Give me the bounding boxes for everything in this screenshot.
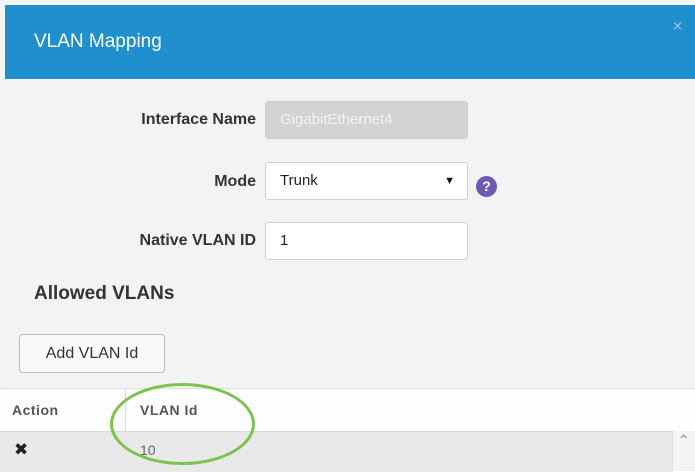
delete-icon[interactable]: ✖ [14, 440, 28, 460]
allowed-vlans-table: Action VLAN Id ✖ 10 ^ [0, 388, 695, 472]
column-divider [125, 389, 126, 431]
interface-name-label: Interface Name [141, 111, 256, 128]
vlan-mapping-dialog: VLAN Mapping × Interface Name GigabitEth… [0, 0, 695, 472]
vlan-id-cell: 10 [140, 442, 156, 458]
scroll-up-icon[interactable]: ^ [679, 433, 688, 446]
column-header-vlan-id[interactable]: VLAN Id [140, 389, 198, 431]
table-row[interactable]: ✖ 10 [0, 431, 672, 472]
help-icon[interactable]: ? [476, 176, 497, 197]
native-vlan-input[interactable]: 1 [265, 222, 468, 260]
mode-select[interactable]: Trunk ▼ [265, 162, 468, 200]
mode-select-value: Trunk [280, 172, 318, 189]
add-vlan-id-button[interactable]: Add VLAN Id [19, 334, 165, 373]
native-vlan-label: Native VLAN ID [139, 232, 256, 249]
allowed-vlans-heading: Allowed VLANs [34, 283, 175, 304]
interface-name-field: GigabitEthernet4 [265, 101, 468, 139]
chevron-down-icon: ▼ [444, 175, 455, 187]
close-icon[interactable]: × [672, 19, 683, 34]
dialog-title: VLAN Mapping [34, 31, 162, 52]
table-scrollbar[interactable]: ^ [672, 431, 695, 471]
mode-label: Mode [214, 173, 256, 190]
column-header-action[interactable]: Action [12, 389, 59, 431]
dialog-header: VLAN Mapping × [5, 5, 695, 79]
